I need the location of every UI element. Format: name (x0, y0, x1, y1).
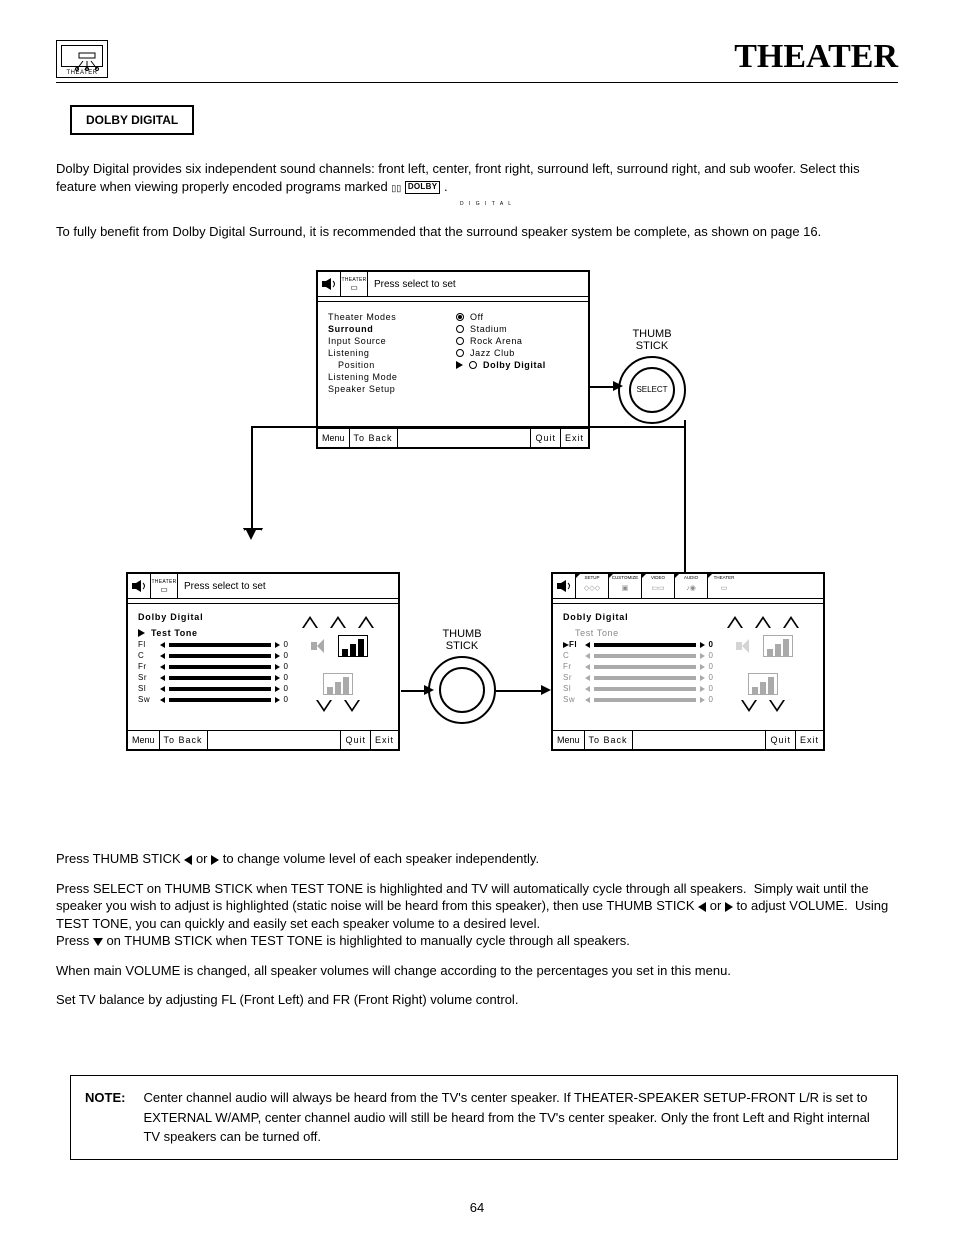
note-label: NOTE: (85, 1088, 125, 1147)
ftr-quit[interactable]: Quit (531, 429, 561, 447)
page-number: 64 (0, 1200, 954, 1215)
menu-left: THEATER ▭ Press select to set Dolby Digi… (126, 572, 400, 751)
right-arrow-icon (211, 855, 219, 865)
test-tone-row[interactable]: Test Tone (563, 628, 713, 638)
tab-label: THEATER (57, 70, 107, 76)
theater-tab-icon: THEATER (56, 40, 108, 78)
slider-sw[interactable]: Sw0 (563, 695, 713, 704)
menu-item[interactable]: Listening (328, 348, 448, 358)
intro-para1b: . (444, 179, 448, 194)
tab-setup[interactable]: SETUP◇◇◇ (576, 574, 609, 598)
instructions: Press THUMB STICK or to change volume le… (56, 850, 898, 1021)
slider-fr[interactable]: Fr0 (138, 662, 288, 671)
page-title: THEATER (734, 38, 898, 76)
tab-audio[interactable]: AUDIO♪◉ (675, 574, 708, 598)
instr-1: Press THUMB STICK or to change volume le… (56, 850, 898, 868)
title-rule (56, 82, 898, 83)
note-box: NOTE: Center channel audio will always b… (70, 1075, 898, 1160)
mute-icon (733, 636, 757, 656)
slider-fl[interactable]: Fl0 (563, 640, 713, 649)
menu-item[interactable]: Theater Modes (328, 312, 448, 322)
menu-top: THEATER ▭ Press select to set Theater Mo… (316, 270, 590, 449)
ftr-quit[interactable]: Quit (341, 731, 371, 749)
option[interactable]: Rock Arena (456, 336, 546, 346)
left-arrow-icon (184, 855, 192, 865)
slider-sl[interactable]: Sl0 (138, 684, 288, 693)
test-tone-row[interactable]: Test Tone (138, 628, 288, 638)
volume-bars-icon (748, 673, 778, 695)
menu-item[interactable]: Listening Mode (328, 372, 448, 382)
thumb-stick-1: THUMB STICK SELECT (618, 328, 686, 424)
instr-2: Press SELECT on THUMB STICK when TEST TO… (56, 880, 898, 950)
submenu-title: Dolby Digital (138, 612, 288, 622)
down-arrow-icon (93, 938, 103, 946)
ftr-menu[interactable]: Menu (128, 731, 160, 749)
instr-5: Set TV balance by adjusting FL (Front Le… (56, 991, 898, 1009)
instr-4: When main VOLUME is changed, all speaker… (56, 962, 898, 980)
volume-bars-icon (763, 635, 793, 657)
mute-icon (308, 636, 332, 656)
intro-para2: To fully benefit from Dolby Digital Surr… (56, 223, 898, 241)
slider-sr[interactable]: Sr0 (138, 673, 288, 682)
option[interactable]: Off (456, 312, 546, 322)
slider-c[interactable]: C0 (138, 651, 288, 660)
diagram: THEATER ▭ Press select to set Theater Mo… (56, 270, 898, 830)
slider-sw[interactable]: Sw0 (138, 695, 288, 704)
ftr-quit[interactable]: Quit (766, 731, 796, 749)
dolby-sub: D I G I T A L (460, 201, 513, 208)
speaker-icon (318, 272, 341, 296)
thumb-stick-2: THUMB STICK (428, 628, 496, 724)
section-heading: DOLBY DIGITAL (70, 105, 194, 135)
tab-theater[interactable]: THEATER▭ (708, 574, 740, 598)
menu-item-selected[interactable]: Surround (328, 324, 448, 334)
submenu-title: Dobly Digital (563, 612, 713, 622)
ftr-toback[interactable]: To Back (160, 731, 208, 749)
menu-item[interactable]: Speaker Setup (328, 384, 448, 394)
ftr-exit[interactable]: Exit (796, 731, 823, 749)
option[interactable]: Jazz Club (456, 348, 546, 358)
speaker-icon (128, 574, 151, 598)
ftr-menu[interactable]: Menu (553, 731, 585, 749)
option-selected[interactable]: Dolby Digital (456, 360, 546, 370)
slider-c[interactable]: C0 (563, 651, 713, 660)
option[interactable]: Stadium (456, 324, 546, 334)
slider-sl[interactable]: Sl0 (563, 684, 713, 693)
speaker-icon (553, 574, 576, 598)
intro-text: Dolby Digital provides six independent s… (56, 160, 898, 250)
menu-right: SETUP◇◇◇ CUSTOMIZE▣ VIDEO▭▭ AUDIO♪◉ THEA… (551, 572, 825, 751)
ftr-toback[interactable]: To Back (585, 731, 633, 749)
hdr-text: Press select to set (368, 279, 588, 290)
page: THEATER THEATER DOLBY DIGITAL Dolby Digi… (0, 0, 954, 1235)
arrow-right-icon (456, 361, 463, 369)
menu-item[interactable]: Input Source (328, 336, 448, 346)
menu-item[interactable]: Position (328, 360, 448, 370)
ftr-toback[interactable]: To Back (350, 429, 398, 447)
note-text: Center channel audio will always be hear… (143, 1088, 883, 1147)
ftr-exit[interactable]: Exit (371, 731, 398, 749)
volume-bars-icon (323, 673, 353, 695)
hdr-theater-icon: THEATER ▭ (341, 272, 368, 296)
arrow-right-icon (138, 629, 145, 637)
volume-bars-icon (338, 635, 368, 657)
hdr-theater-icon: THEATER ▭ (151, 574, 178, 598)
intro-para1a: Dolby Digital provides six independent s… (56, 161, 860, 194)
slider-sr[interactable]: Sr0 (563, 673, 713, 682)
slider-fr[interactable]: Fr0 (563, 662, 713, 671)
slider-fl[interactable]: Fl0 (138, 640, 288, 649)
ftr-menu[interactable]: Menu (318, 429, 350, 447)
hdr-text: Press select to set (178, 581, 398, 592)
dolby-logo-icon: DOLBY (405, 181, 441, 194)
tab-video[interactable]: VIDEO▭▭ (642, 574, 675, 598)
tab-customize[interactable]: CUSTOMIZE▣ (609, 574, 642, 598)
ftr-exit[interactable]: Exit (561, 429, 588, 447)
